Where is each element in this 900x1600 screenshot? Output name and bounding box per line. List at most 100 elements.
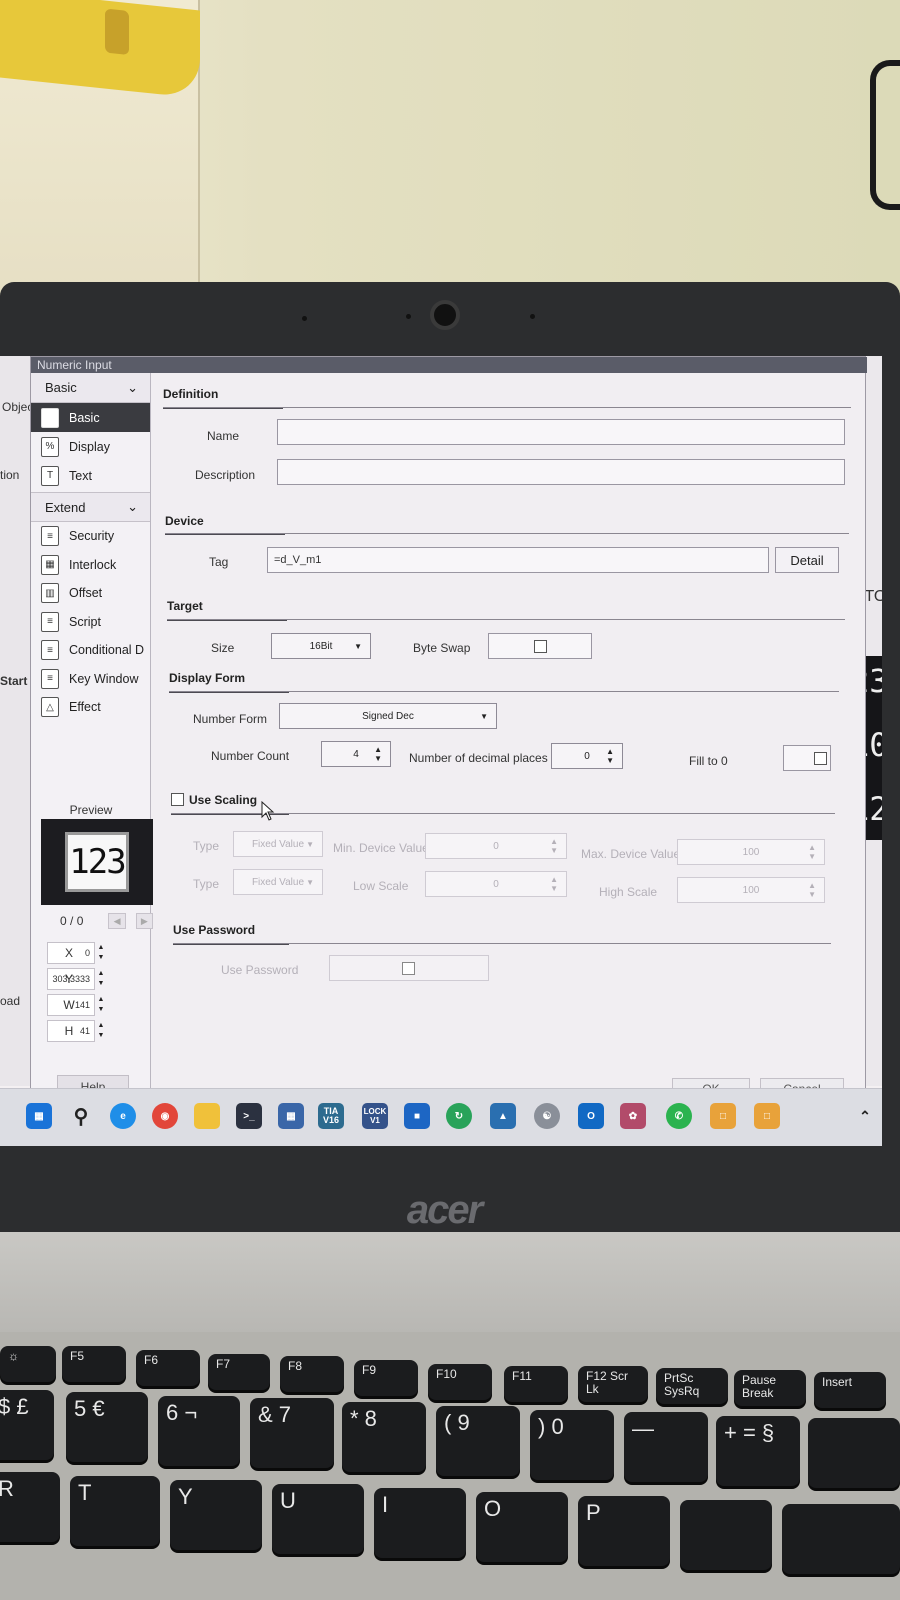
editor-app-icon[interactable]: □: [710, 1103, 736, 1129]
spin-arrows-icon: ▲ ▼: [606, 747, 614, 765]
coord-label: Y: [64, 972, 73, 986]
next-page-button[interactable]: ▶: [135, 913, 153, 929]
keyboard: ☼ F5 F6 F7 F8 F9 F10 F11 F12 Scr Lk PrtS…: [0, 1332, 900, 1600]
section-use-scaling: Use Scaling: [189, 793, 258, 807]
key-0: ) 0: [530, 1410, 614, 1480]
spin-arrows-icon: ▲ ▼: [808, 843, 816, 861]
fill-to-zero-checkbox[interactable]: [814, 752, 827, 765]
byte-swap-checkbox[interactable]: [534, 640, 547, 653]
spin-arrows-icon[interactable]: ▲ ▼: [95, 994, 107, 1016]
section-use-password: Use Password: [173, 923, 256, 937]
nav-item-offset[interactable]: ▥ Offset: [31, 579, 150, 608]
search-icon[interactable]: ⚲: [68, 1103, 94, 1129]
key-f8: F8: [280, 1356, 344, 1392]
scaling-type-select[interactable]: Fixed Value ▼: [233, 831, 323, 857]
bg-text: Objec: [2, 400, 34, 414]
min-device-input[interactable]: 0 ▲ ▼: [425, 833, 567, 859]
windows-taskbar: ▦ ⚲ e ◉ >_ ▦ TIA V16 LOCK V1 ■ ↻ ▲ ☯ O ✿…: [0, 1088, 882, 1146]
nav-item-effect[interactable]: △ Effect: [31, 693, 150, 722]
app-icon[interactable]: ■: [404, 1103, 430, 1129]
nav-group-extend[interactable]: Extend ⌄: [31, 492, 150, 522]
key-brace: [782, 1504, 900, 1574]
coord-label: H: [64, 1024, 74, 1038]
app-icon[interactable]: ✿: [620, 1103, 646, 1129]
section-divider: [167, 619, 845, 620]
max-device-input[interactable]: 100 ▲ ▼: [677, 839, 825, 865]
decimal-places-stepper[interactable]: 0 ▲ ▼: [551, 743, 623, 769]
page-indicator: 0 / 0: [60, 914, 84, 928]
bg-text: tion: [0, 468, 20, 482]
terminal-icon[interactable]: >_: [236, 1103, 262, 1129]
name-input[interactable]: [277, 419, 845, 445]
screen: Objec tion Start Se oad OTO 23 10 12 Num…: [0, 356, 882, 1146]
whatsapp-icon[interactable]: ✆: [666, 1103, 692, 1129]
sync-app-icon[interactable]: ↻: [446, 1103, 472, 1129]
description-input[interactable]: [277, 459, 845, 485]
chrome-browser-icon[interactable]: ◉: [152, 1103, 178, 1129]
number-count-stepper[interactable]: 4 ▲ ▼: [321, 741, 391, 767]
coord-x: X 0 ▲ ▼: [47, 941, 151, 965]
spin-arrows-icon: ▲ ▼: [550, 837, 558, 855]
detail-button[interactable]: Detail: [775, 547, 839, 573]
nav-item-text[interactable]: T Text: [31, 461, 150, 490]
size-select[interactable]: 16Bit ▼: [271, 633, 371, 659]
use-password-label: Use Password: [221, 963, 299, 977]
nav-item-label: Script: [69, 614, 101, 629]
effect-icon: △: [41, 697, 59, 718]
windows-start-icon[interactable]: ▦: [26, 1103, 52, 1129]
scaling-type-select[interactable]: Fixed Value ▼: [233, 869, 323, 895]
prev-page-button[interactable]: ◀: [108, 913, 126, 929]
type-value: Fixed Value: [251, 838, 305, 850]
max-device-label: Max. Device Value: [581, 847, 681, 861]
hook-object: [870, 60, 900, 210]
section-divider: [173, 943, 831, 944]
coord-label: W: [63, 998, 75, 1012]
editor-app-icon[interactable]: □: [754, 1103, 780, 1129]
low-scale-input[interactable]: 0 ▲ ▼: [425, 871, 567, 897]
key-5: 5 €: [66, 1392, 148, 1462]
edge-browser-icon[interactable]: e: [110, 1103, 136, 1129]
nav-item-interlock[interactable]: ▦ Interlock: [31, 551, 150, 580]
nav-group-basic[interactable]: Basic ⌄: [31, 373, 150, 403]
nav-item-security[interactable]: ≡ Security: [31, 522, 150, 551]
nav-item-script[interactable]: ≡ Script: [31, 608, 150, 637]
fill-to-zero-label: Fill to 0: [689, 754, 728, 768]
number-form-value: Signed Dec: [362, 710, 414, 722]
nav-item-basic[interactable]: Basic: [31, 403, 150, 432]
hmi-app-icon[interactable]: ▲: [490, 1103, 516, 1129]
nav-item-label: Key Window: [69, 671, 139, 686]
network-app-icon[interactable]: ☯: [534, 1103, 560, 1129]
spin-arrows-icon[interactable]: ▲ ▼: [95, 942, 107, 964]
tag-input[interactable]: =d_V_m1: [267, 547, 769, 573]
spin-arrows-icon[interactable]: ▲ ▼: [95, 968, 107, 990]
number-form-select[interactable]: Signed Dec ▼: [279, 703, 497, 729]
calculator-icon[interactable]: ▦: [278, 1103, 304, 1129]
file-explorer-icon[interactable]: [194, 1103, 220, 1129]
nav-item-key-window[interactable]: ≡ Key Window: [31, 665, 150, 694]
coord-w: W 141 ▲ ▼: [47, 993, 151, 1017]
high-scale-input[interactable]: 100 ▲ ▼: [677, 877, 825, 903]
spin-arrows-icon[interactable]: ▲ ▼: [95, 1020, 107, 1042]
dialog-title: Numeric Input: [31, 357, 867, 373]
type-label: Type: [193, 877, 220, 891]
laptop-chassis: [0, 1232, 900, 1332]
use-password-checkbox[interactable]: [402, 962, 415, 975]
tia-portal-icon[interactable]: TIA V16: [318, 1103, 344, 1129]
use-scaling-checkbox[interactable]: [171, 793, 184, 806]
fill-to-zero-box: [783, 745, 831, 771]
chevron-up-icon[interactable]: ⌃: [852, 1103, 878, 1129]
nav-item-display[interactable]: % Display: [31, 432, 150, 461]
coord-y: Y 303.3333 ▲ ▼: [47, 967, 151, 991]
key-f4: ☼: [0, 1346, 56, 1382]
low-scale-value: 0: [493, 878, 499, 890]
lock-app-icon[interactable]: LOCK V1: [362, 1103, 388, 1129]
nav-item-label: Offset: [69, 586, 103, 601]
nav-item-conditional[interactable]: ≡ Conditional D: [31, 636, 150, 665]
preview-display: 123: [65, 832, 129, 892]
outlook-icon[interactable]: O: [578, 1103, 604, 1129]
key-insert: Insert: [814, 1372, 886, 1408]
section-divider: [165, 533, 849, 534]
high-scale-label: High Scale: [599, 885, 658, 899]
dropdown-arrow-icon: ▼: [354, 642, 362, 651]
script-icon: ≡: [41, 611, 59, 632]
